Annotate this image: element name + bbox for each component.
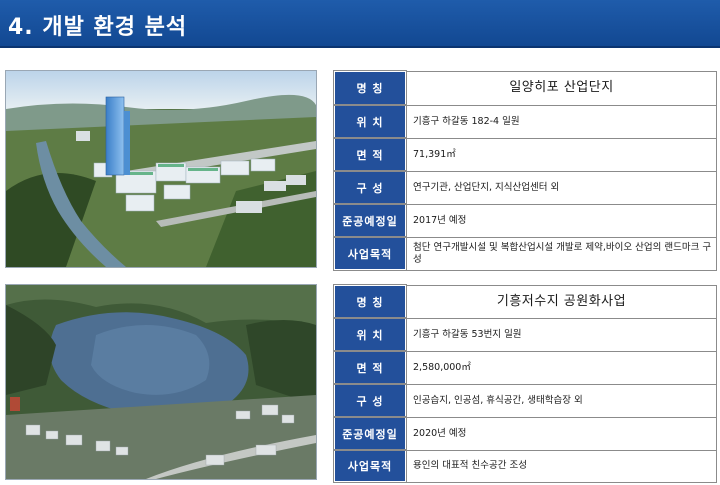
project-2-name: 기흥저수지 공원화사업 xyxy=(405,284,717,319)
label-name: 명 칭 xyxy=(333,284,407,319)
page-header: 4. 개발 환경 분석 xyxy=(0,0,720,48)
label-purpose: 사업목적 xyxy=(333,449,407,483)
project-2-completion: 2020년 예정 xyxy=(405,416,717,451)
label-completion: 준공예정일 xyxy=(333,416,407,451)
project-1-completion: 2017년 예정 xyxy=(405,203,717,238)
project-1-area: 71,391㎡ xyxy=(405,137,717,172)
project-1-info-table: 명 칭 일양히포 산업단지 위 치 기흥구 하갈동 182-4 일원 면 적 7… xyxy=(333,70,717,271)
label-name: 명 칭 xyxy=(333,70,407,106)
project-1-purpose: 첨단 연구개발시설 및 복합산업시설 개발로 제약,바이오 산업의 랜드마크 구… xyxy=(405,236,717,271)
project-1-location: 기흥구 하갈동 182-4 일원 xyxy=(405,104,717,139)
label-location: 위 치 xyxy=(333,317,407,352)
project-1-aerial-photo xyxy=(5,70,317,268)
project-2-composition: 인공습지, 인공섬, 휴식공간, 생태학습장 외 xyxy=(405,383,717,418)
label-composition: 구 성 xyxy=(333,170,407,205)
project-2-purpose: 용인의 대표적 친수공간 조성 xyxy=(405,449,717,483)
page-title: 4. 개발 환경 분석 xyxy=(8,15,188,40)
label-completion: 준공예정일 xyxy=(333,203,407,238)
project-2-area: 2,580,000㎡ xyxy=(405,350,717,385)
project-1-composition: 연구기관, 산업단지, 지식산업센터 외 xyxy=(405,170,717,205)
label-composition: 구 성 xyxy=(333,383,407,418)
label-area: 면 적 xyxy=(333,350,407,385)
label-area: 면 적 xyxy=(333,137,407,172)
project-1-name: 일양히포 산업단지 xyxy=(405,70,717,106)
label-purpose: 사업목적 xyxy=(333,236,407,271)
project-2-info-table: 명 칭 기흥저수지 공원화사업 위 치 기흥구 하갈동 53번지 일원 면 적 … xyxy=(333,284,717,483)
project-2-aerial-photo xyxy=(5,284,317,480)
label-location: 위 치 xyxy=(333,104,407,139)
project-2-location: 기흥구 하갈동 53번지 일원 xyxy=(405,317,717,352)
